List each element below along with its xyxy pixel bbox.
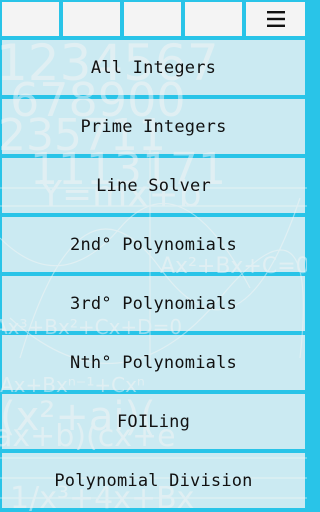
menu-item-label: 3rd° Polynomials bbox=[70, 293, 237, 314]
nth-degree-polynomials-button[interactable]: Nth° Polynomials bbox=[2, 335, 305, 390]
menu-item-label: Nth° Polynomials bbox=[70, 352, 237, 373]
prime-integers-button[interactable]: Prime Integers bbox=[2, 99, 305, 154]
menu-item-label: Polynomial Division bbox=[54, 470, 253, 491]
app-window: 1234567 678900 235711 1113171 Y=mx+b Ax²… bbox=[0, 0, 307, 512]
menu-item-label: All Integers bbox=[90, 57, 217, 78]
polynomial-division-button[interactable]: Polynomial Division bbox=[2, 453, 305, 508]
top-toolbar bbox=[0, 0, 307, 38]
line-solver-button[interactable]: Line Solver bbox=[2, 158, 305, 213]
toolbar-slot-1[interactable] bbox=[2, 2, 59, 36]
toolbar-slot-4[interactable] bbox=[185, 2, 242, 36]
overflow-menu-button[interactable] bbox=[246, 2, 305, 36]
foiling-button[interactable]: FOILing bbox=[2, 394, 305, 449]
menu-item-label: Line Solver bbox=[96, 175, 211, 196]
hamburger-menu-icon bbox=[246, 2, 305, 36]
toolbar-slot-3[interactable] bbox=[124, 2, 181, 36]
menu-item-label: 2nd° Polynomials bbox=[70, 234, 237, 255]
toolbar-slot-2[interactable] bbox=[63, 2, 120, 36]
menu-item-label: FOILing bbox=[116, 411, 191, 432]
menu-item-label: Prime Integers bbox=[80, 116, 227, 137]
second-degree-polynomials-button[interactable]: 2nd° Polynomials bbox=[2, 217, 305, 272]
all-integers-button[interactable]: All Integers bbox=[2, 40, 305, 95]
third-degree-polynomials-button[interactable]: 3rd° Polynomials bbox=[2, 276, 305, 331]
